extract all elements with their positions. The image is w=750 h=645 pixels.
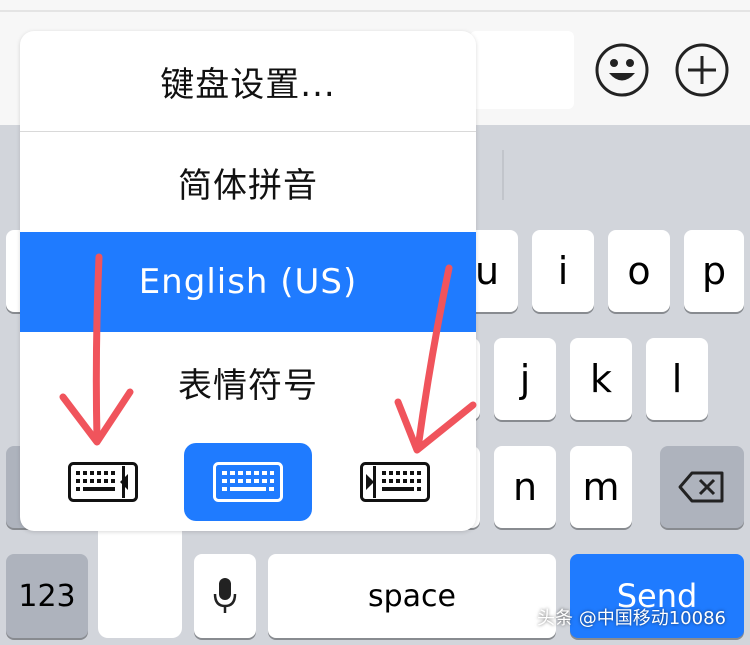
- emoji-button[interactable]: [594, 42, 650, 98]
- left-handed-keyboard-button[interactable]: [68, 462, 138, 506]
- delete-key[interactable]: [660, 446, 744, 528]
- add-button[interactable]: [674, 42, 730, 98]
- space-key[interactable]: space: [268, 554, 556, 638]
- backspace-icon: [678, 471, 724, 503]
- menu-item-pinyin[interactable]: 简体拼音: [20, 132, 476, 232]
- key-l[interactable]: l: [646, 338, 708, 420]
- message-input[interactable]: [470, 31, 574, 109]
- menu-item-english-us[interactable]: English (US): [20, 232, 476, 332]
- key-n[interactable]: n: [494, 446, 556, 528]
- globe-key-popup-stem: [98, 520, 182, 638]
- key-k[interactable]: k: [570, 338, 632, 420]
- key-m[interactable]: m: [570, 446, 632, 528]
- watermark: 头条 @中国移动10086: [537, 608, 726, 629]
- key-i[interactable]: i: [532, 230, 594, 312]
- menu-item-emoji[interactable]: 表情符号: [20, 332, 476, 432]
- full-keyboard-button[interactable]: [184, 443, 312, 521]
- keyboard-full-icon: [213, 462, 283, 502]
- candidate-divider: [502, 150, 504, 200]
- smiley-icon: [595, 43, 649, 97]
- plus-icon: [675, 43, 729, 97]
- keyboard-switch-menu: 键盘设置... 简体拼音 English (US) 表情符号: [20, 31, 476, 531]
- microphone-icon: [213, 578, 237, 613]
- keyboard-left-icon: [68, 462, 138, 502]
- top-divider: [0, 10, 750, 12]
- numbers-key[interactable]: 123: [6, 554, 88, 638]
- key-j[interactable]: j: [494, 338, 556, 420]
- dictation-key[interactable]: [194, 554, 256, 638]
- menu-item-keyboard-settings[interactable]: 键盘设置...: [20, 31, 476, 131]
- right-handed-keyboard-button[interactable]: [360, 462, 430, 506]
- key-o[interactable]: o: [608, 230, 670, 312]
- keyboard-right-icon: [360, 462, 430, 502]
- key-p[interactable]: p: [684, 230, 744, 312]
